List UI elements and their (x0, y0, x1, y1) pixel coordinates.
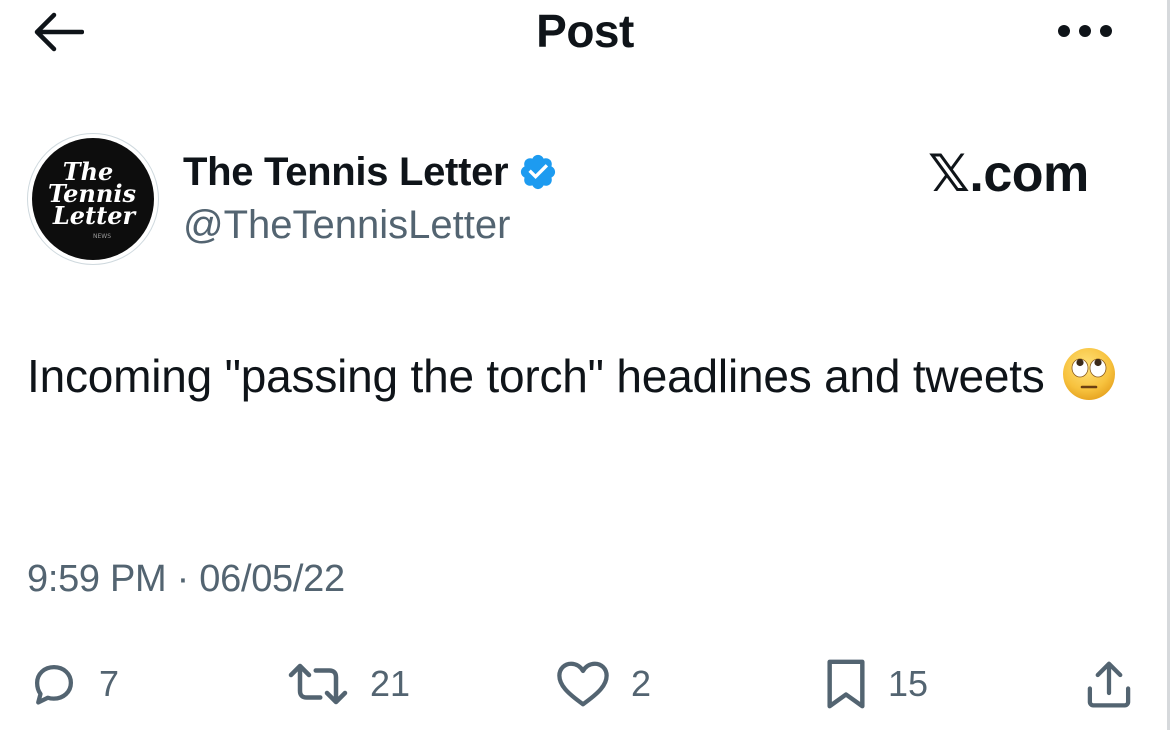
reply-icon (34, 664, 74, 705)
tweet-text-content: Incoming "passing the torch" headlines a… (27, 350, 1045, 402)
tennis-letter-logo-icon: The Tennis Letter NEWS (48, 157, 138, 240)
avatar-logo-line-3: Letter (52, 201, 138, 230)
like-count: 2 (631, 663, 652, 704)
timestamp[interactable]: 9:59 PM · 06/05/22 (27, 558, 345, 601)
bookmark-icon (827, 659, 865, 709)
repost-count: 21 (370, 663, 411, 704)
share-icon (1087, 661, 1131, 708)
repost-button[interactable]: 21 (284, 654, 410, 714)
more-options-button[interactable] (1050, 14, 1120, 48)
page-title: Post (536, 5, 634, 57)
author-name[interactable]: The Tennis Letter (183, 150, 509, 195)
repost-icon (288, 663, 348, 705)
tweet-text: Incoming "passing the torch" headlines a… (27, 342, 1137, 410)
reply-button[interactable]: 7 (27, 654, 119, 714)
author-name-row: The Tennis Letter (183, 146, 558, 198)
reply-count: 7 (99, 663, 120, 704)
like-icon (557, 661, 609, 707)
avatar[interactable]: The Tennis Letter NEWS (27, 133, 159, 265)
author-handle[interactable]: @TheTennisLetter (183, 203, 510, 248)
more-dots-icon (1058, 25, 1112, 37)
bookmark-count: 15 (888, 663, 929, 704)
avatar-logo-line-4: NEWS (93, 233, 111, 240)
share-button[interactable] (1082, 654, 1136, 714)
like-button[interactable]: 2 (553, 654, 651, 714)
bookmark-button[interactable]: 15 (822, 654, 928, 714)
verified-badge-icon (518, 152, 558, 192)
avatar-logo: The Tennis Letter NEWS (32, 138, 154, 260)
face-with-rolling-eyes-icon (1063, 348, 1116, 400)
source-watermark: 𝕏.com (928, 145, 1089, 203)
